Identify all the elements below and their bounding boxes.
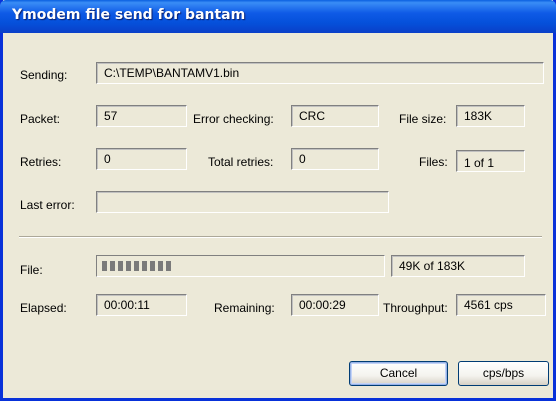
total-retries-field: 0 (291, 148, 379, 170)
files-field: 1 of 1 (456, 150, 525, 172)
file-progress-label: File: (20, 263, 43, 277)
files-label: Files: (419, 155, 448, 169)
cps-bps-button[interactable]: cps/bps (458, 361, 549, 386)
window-title: Ymodem file send for bantam (12, 7, 246, 23)
last-error-label: Last error: (20, 198, 75, 212)
retries-label: Retries: (20, 155, 62, 169)
ymodem-dialog: Ymodem file send for bantam Sending: C:\… (0, 0, 556, 401)
throughput-label: Throughput: (383, 301, 448, 315)
remaining-label: Remaining: (214, 301, 275, 315)
title-bar[interactable]: Ymodem file send for bantam (0, 0, 556, 33)
error-checking-label: Error checking: (193, 112, 274, 126)
retries-field: 0 (96, 148, 187, 170)
file-progress-fill (102, 261, 171, 271)
elapsed-label: Elapsed: (20, 301, 67, 315)
section-divider (19, 236, 542, 238)
total-retries-label: Total retries: (208, 155, 274, 169)
elapsed-field: 00:00:11 (96, 294, 187, 316)
cancel-button[interactable]: Cancel (349, 361, 448, 386)
file-progress-bar (96, 255, 385, 277)
packet-field: 57 (96, 105, 187, 127)
throughput-field: 4561 cps (456, 294, 546, 316)
remaining-field: 00:00:29 (291, 294, 379, 316)
last-error-field (96, 191, 389, 213)
file-progress-text: 49K of 183K (391, 255, 525, 277)
error-checking-field: CRC (291, 105, 379, 127)
sending-field: C:\TEMP\BANTAMV1.bin (96, 62, 544, 84)
file-size-label: File size: (399, 112, 447, 126)
sending-label: Sending: (20, 68, 68, 82)
file-size-field: 183K (456, 105, 525, 127)
packet-label: Packet: (20, 112, 61, 126)
